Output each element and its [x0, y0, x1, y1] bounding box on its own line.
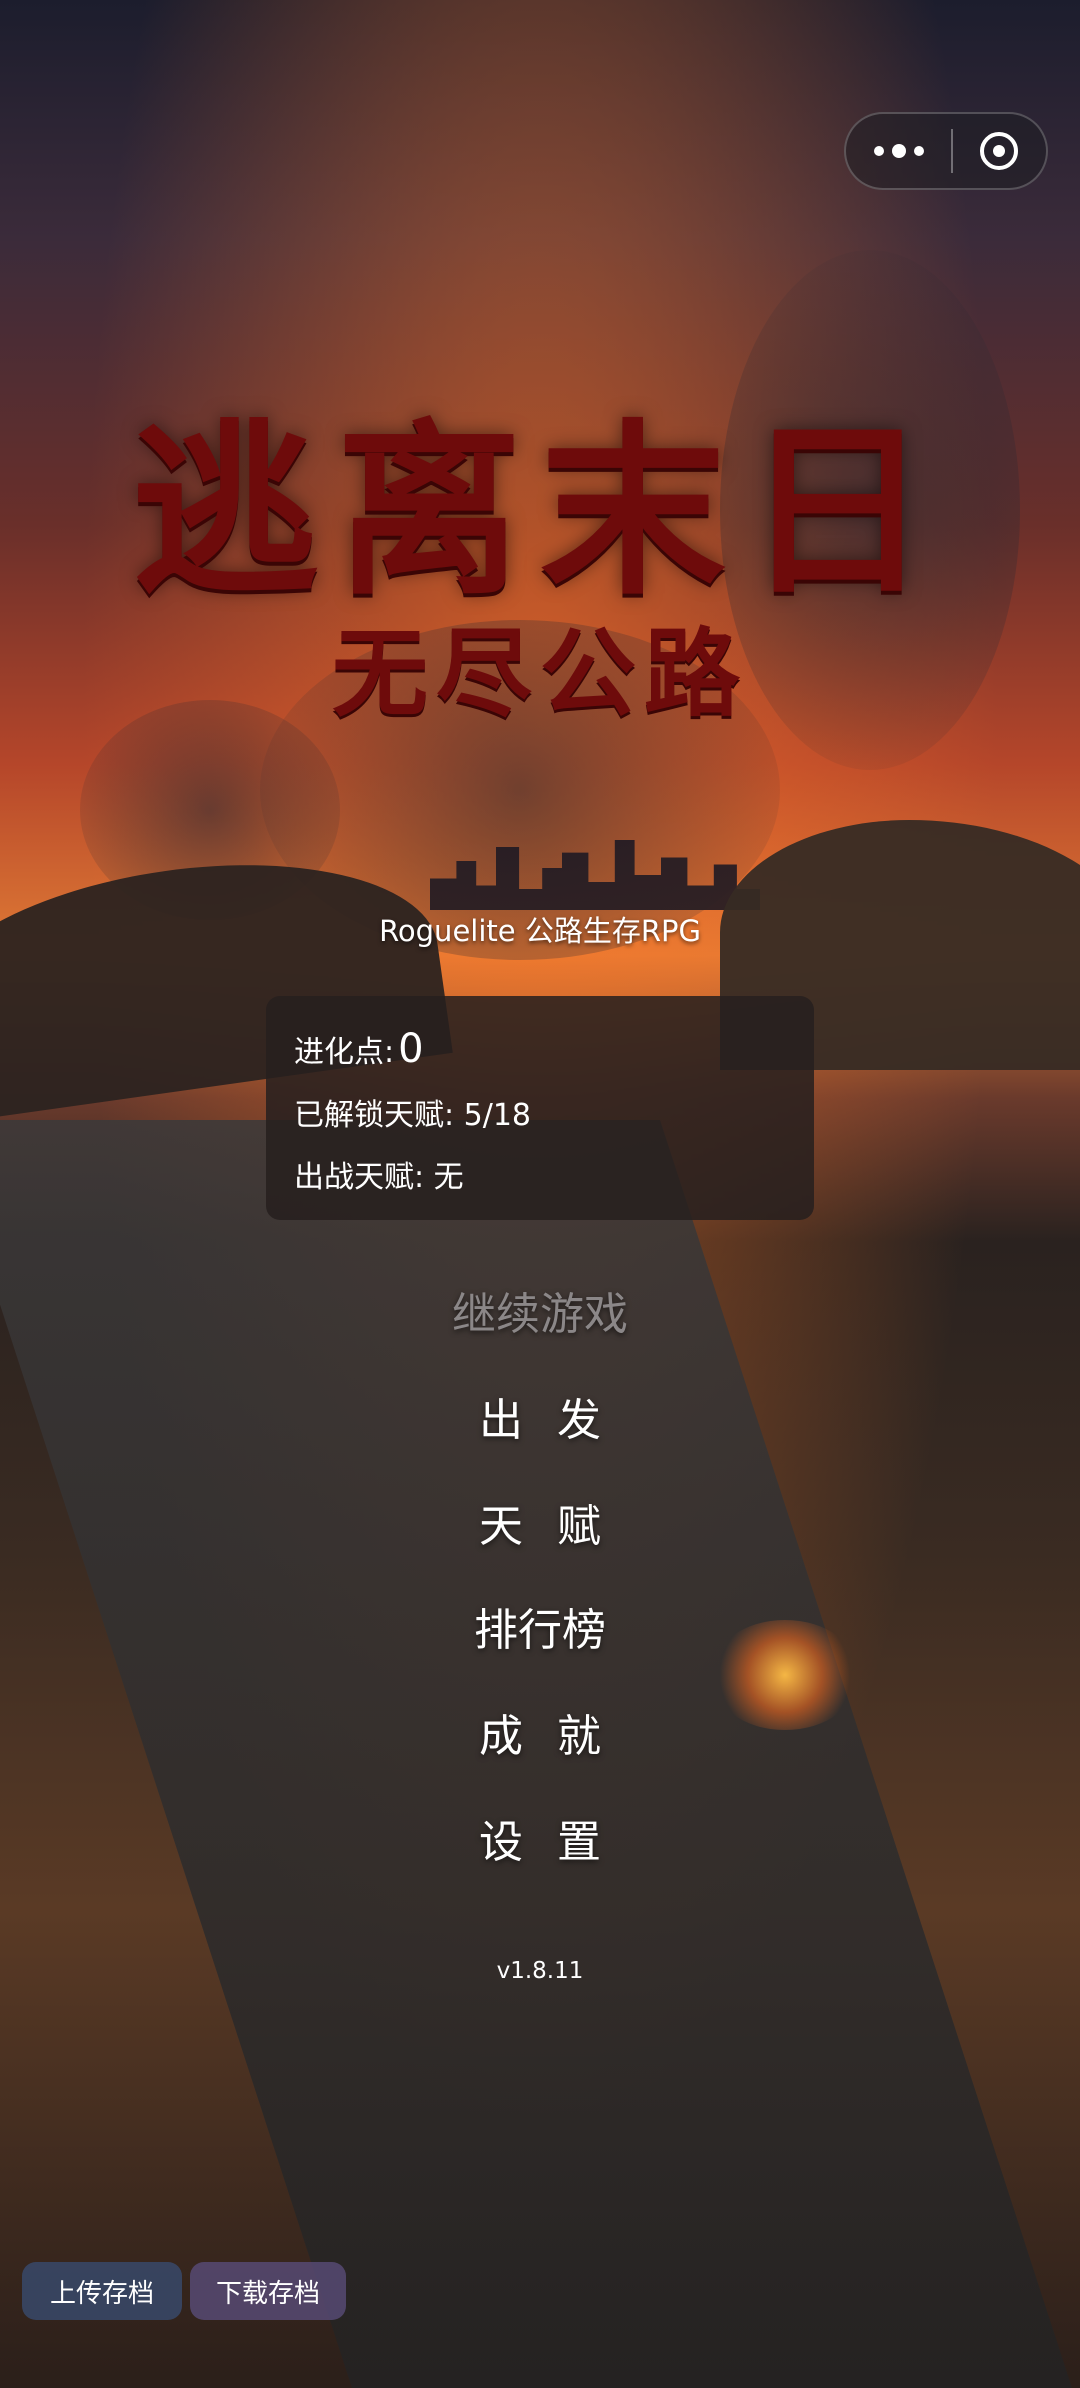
evolution-row: 进化点: 0	[294, 1026, 786, 1072]
settings-label: 设置	[479, 1817, 635, 1868]
active-talent: 出战天赋: 无	[294, 1160, 464, 1195]
evolution-value: 0	[398, 1026, 424, 1072]
stats-panel: 进化点: 0 已解锁天赋: 5/18 出战天赋: 无	[266, 996, 814, 1220]
leaderboard-label: 排行榜	[474, 1605, 606, 1656]
continue-button[interactable]: 继续游戏	[0, 1278, 1080, 1342]
more-dots-icon[interactable]	[874, 144, 924, 158]
achievements-button[interactable]: 成就	[0, 1700, 1080, 1764]
evolution-label: 进化点:	[294, 1035, 395, 1070]
continue-label: 继续游戏	[452, 1289, 628, 1340]
game-subtitle: 无尽公路	[332, 617, 748, 730]
achievements-label: 成就	[479, 1711, 635, 1762]
tagline: Roguelite 公路生存RPG	[379, 914, 701, 948]
capsule-divider	[951, 129, 953, 173]
target-circle-icon[interactable]	[980, 132, 1018, 170]
settings-button[interactable]: 设置	[0, 1806, 1080, 1870]
version-label: v1.8.11	[496, 1958, 584, 1984]
start-label: 出发	[479, 1395, 635, 1446]
talent-button[interactable]: 天赋	[0, 1490, 1080, 1554]
unlocked-talents: 已解锁天赋: 5/18	[294, 1098, 532, 1133]
mini-program-capsule	[844, 112, 1048, 190]
talent-label: 天赋	[479, 1501, 635, 1552]
leaderboard-button[interactable]: 排行榜	[0, 1594, 1080, 1658]
game-title: 逃离末日	[131, 401, 948, 620]
start-button[interactable]: 出发	[0, 1384, 1080, 1448]
download-save-button[interactable]: 下载存档	[190, 2262, 346, 2320]
upload-save-button[interactable]: 上传存档	[22, 2262, 182, 2320]
